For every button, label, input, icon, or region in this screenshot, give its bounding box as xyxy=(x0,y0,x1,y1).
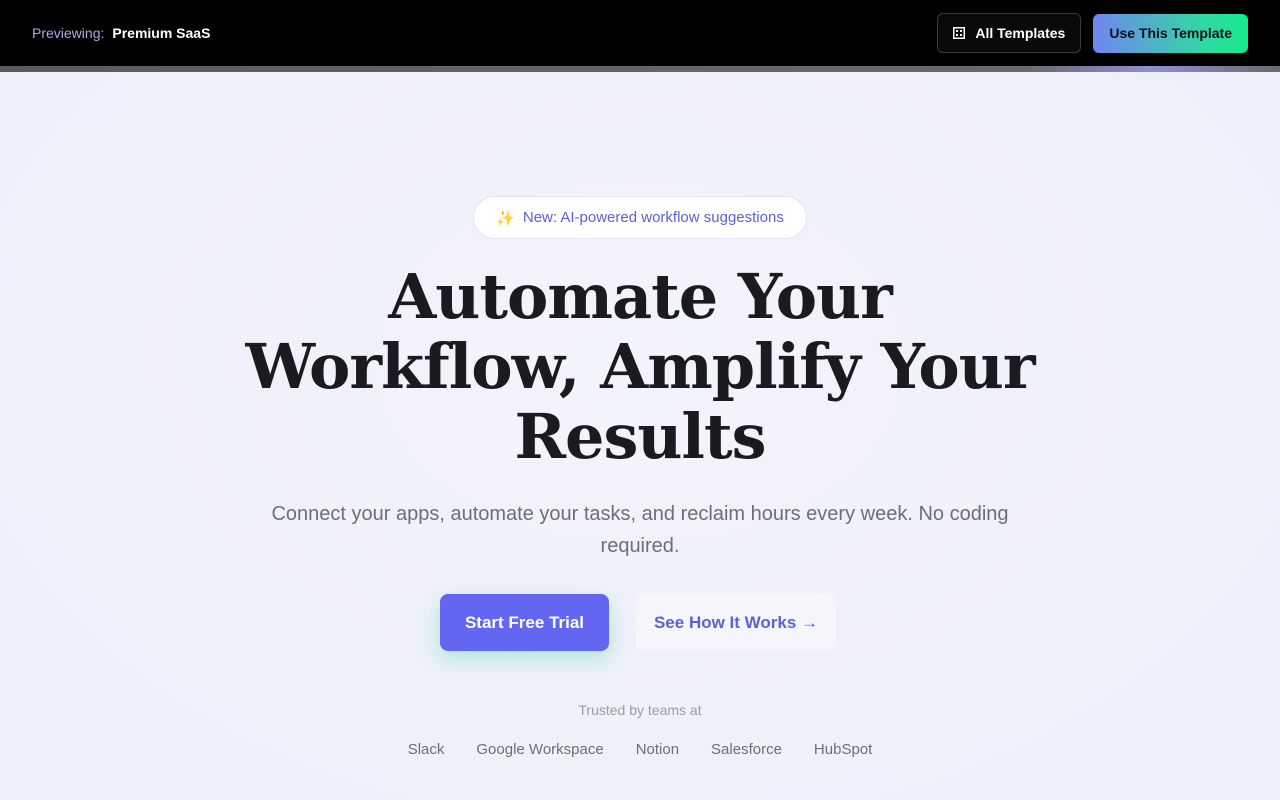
preview-label: Previewing: xyxy=(32,25,105,41)
preview-info: Previewing: Premium SaaS xyxy=(32,25,210,41)
all-templates-button[interactable]: All Templates xyxy=(937,13,1082,53)
trusted-logos: Slack Google Workspace Notion Salesforce… xyxy=(0,741,1280,758)
announcement-badge[interactable]: ✨ New: AI-powered workflow suggestions xyxy=(473,196,807,239)
headline-line-2: Workflow, Amplify Your xyxy=(245,330,1035,403)
topbar-actions: All Templates Use This Template xyxy=(937,13,1248,53)
preview-topbar: Previewing: Premium SaaS All Templates U… xyxy=(0,0,1280,66)
logo-hubspot: HubSpot xyxy=(813,741,873,758)
sparkle-icon: ✨ xyxy=(496,209,515,227)
grid-icon xyxy=(953,27,966,39)
template-name: Premium SaaS xyxy=(112,25,211,41)
hero-subtext: Connect your apps, automate your tasks, … xyxy=(271,503,1009,557)
logo-google-workspace: Google Workspace xyxy=(476,741,604,758)
all-templates-label: All Templates xyxy=(975,25,1066,41)
headline-line-3: Results xyxy=(514,400,766,473)
see-how-it-works-button[interactable]: See How It Works → xyxy=(636,594,836,651)
trusted-by-label: Trusted by teams at xyxy=(578,702,702,718)
hero-headline: Automate Your Workflow, Amplify Your Res… xyxy=(200,262,1080,472)
badge-text: New: AI-powered workflow suggestions xyxy=(522,209,784,226)
logo-salesforce: Salesforce xyxy=(711,741,782,758)
start-free-trial-button[interactable]: Start Free Trial xyxy=(440,594,609,651)
use-template-button[interactable]: Use This Template xyxy=(1093,13,1248,53)
headline-line-1: Automate Your xyxy=(388,260,893,333)
logo-notion: Notion xyxy=(635,741,680,758)
logo-slack: Slack xyxy=(407,741,445,758)
